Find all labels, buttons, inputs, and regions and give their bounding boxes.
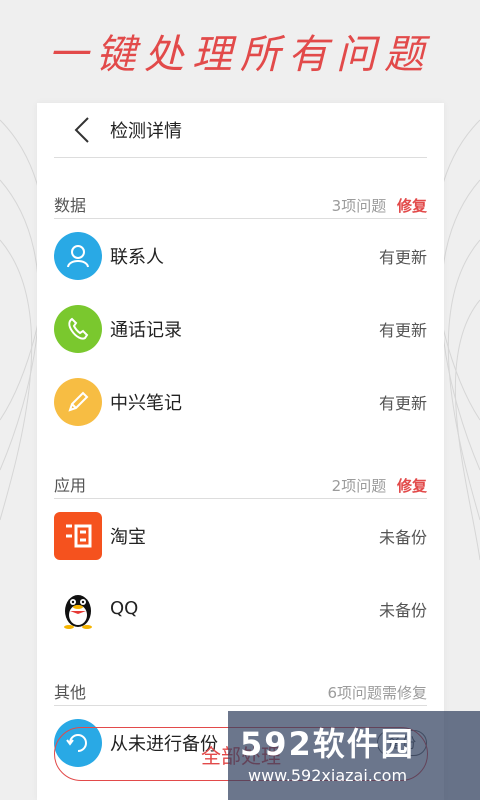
issue-count: 2项问题 — [331, 477, 387, 495]
page-title: 检测详情 — [110, 121, 182, 142]
headline: 一键处理所有问题 — [48, 32, 432, 78]
section-apps: 应用 2项问题 修复 淘宝 未备份 QQ 未备份 — [54, 438, 427, 645]
detail-card: 检测详情 数据 3项问题 修复 联系人 有更新 通话记录 有更新 中兴笔记 有更… — [37, 103, 444, 800]
list-item-call-log[interactable]: 通话记录 有更新 — [54, 292, 427, 365]
watermark: 592软件园 www.592xiazai.com — [228, 711, 480, 800]
section-data: 数据 3项问题 修复 联系人 有更新 通话记录 有更新 中兴笔记 有更新 — [54, 158, 427, 438]
section-title: 数据 — [54, 196, 87, 215]
section-header: 其他 6项问题需修复 — [54, 645, 427, 706]
item-label: 淘宝 — [110, 526, 146, 548]
list-item-contacts[interactable]: 联系人 有更新 — [54, 219, 427, 292]
phone-icon — [54, 304, 102, 353]
item-label: 通话记录 — [110, 319, 182, 341]
list-item-qq[interactable]: QQ 未备份 — [54, 572, 427, 645]
back-button[interactable] — [72, 115, 102, 145]
topbar: 检测详情 — [54, 103, 427, 158]
section-meta: 3项问题 修复 — [332, 195, 427, 216]
section-header: 应用 2项问题 修复 — [54, 438, 427, 499]
item-label: 中兴笔记 — [110, 392, 182, 414]
watermark-url: www.592xiazai.com — [248, 766, 408, 785]
section-header: 数据 3项问题 修复 — [54, 158, 427, 219]
section-meta: 2项问题 修复 — [332, 475, 427, 496]
chevron-left-icon — [74, 117, 89, 143]
list-item-notes[interactable]: 中兴笔记 有更新 — [54, 365, 427, 438]
person-icon — [54, 231, 102, 280]
list-item-taobao[interactable]: 淘宝 未备份 — [54, 499, 427, 572]
item-status: 有更新 — [378, 320, 427, 340]
item-status: 有更新 — [378, 393, 427, 413]
watermark-brand: 592软件园 — [240, 725, 415, 763]
issue-count: 3项问题 — [331, 197, 387, 215]
taobao-icon — [54, 511, 102, 560]
section-meta: 6项问题需修复 — [327, 682, 427, 703]
item-label: QQ — [110, 598, 139, 619]
repair-button[interactable]: 修复 — [397, 477, 427, 495]
qq-penguin-icon — [54, 584, 102, 633]
pencil-icon — [54, 377, 102, 426]
issue-count: 6项问题需修复 — [327, 684, 427, 702]
item-status: 有更新 — [378, 247, 427, 267]
item-label: 联系人 — [110, 246, 164, 268]
item-status: 未备份 — [378, 600, 427, 620]
repair-button[interactable]: 修复 — [397, 197, 427, 215]
section-title: 其他 — [54, 683, 87, 702]
item-status: 未备份 — [378, 527, 427, 547]
section-title: 应用 — [54, 476, 87, 495]
